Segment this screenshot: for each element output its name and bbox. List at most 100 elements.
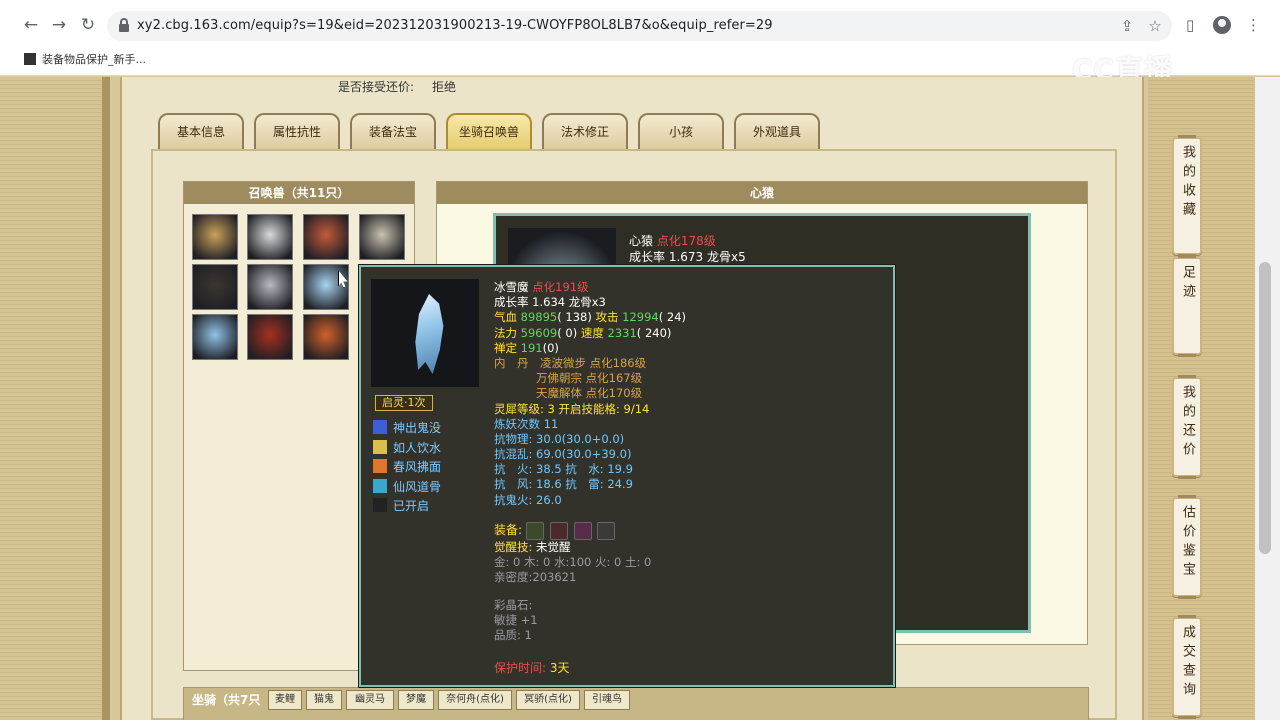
mount-tab[interactable]: 冥骄(点化) [516, 690, 580, 710]
share-icon[interactable]: ⇪ [1118, 17, 1136, 35]
skill-icon [373, 420, 387, 434]
pet-thumbnail[interactable] [192, 214, 238, 260]
skill-icon [373, 459, 387, 474]
mount-tab[interactable]: 猫鬼 [306, 690, 342, 710]
pet-tooltip: 启灵·1次 神出鬼没如人饮水 春风拂面仙风道骨 已开启 冰雪魔 点化191级 成长率… [359, 265, 895, 687]
sidebar-appraisal[interactable]: 估价鉴宝 [1172, 495, 1202, 599]
tab-basic-info[interactable]: 基本信息 [158, 113, 244, 149]
awaken-value: 未觉醒 [536, 540, 571, 554]
tab-equipment[interactable]: 装备法宝 [350, 113, 436, 149]
bookmark-label: 装备物品保护_新手... [42, 53, 146, 66]
pet-tooltip-portrait [371, 279, 479, 387]
tab-appearance[interactable]: 外观道具 [734, 113, 820, 149]
tab-child[interactable]: 小孩 [638, 113, 724, 149]
reload-icon[interactable]: ↻ [77, 14, 99, 36]
scrollbar-thumb[interactable] [1259, 262, 1271, 554]
pet-thumbnail[interactable] [303, 214, 349, 260]
pet-card-name: 心猿 [629, 234, 654, 248]
skill-item[interactable]: 仙风道骨 [373, 478, 441, 498]
skill-item[interactable]: 春风拂面 [373, 458, 441, 478]
elements-line: 金: 0 木: 0 水:100 火: 0 土: 0 [494, 555, 652, 570]
equip-slot[interactable] [597, 521, 616, 540]
protect-value: 3天 [549, 661, 570, 675]
tab-spell[interactable]: 法术修正 [542, 113, 628, 149]
star-icon[interactable]: ☆ [1146, 17, 1164, 35]
hp-label: 气血 [494, 310, 517, 325]
tooltip-extra: 觉醒技: 未觉醒 金: 0 木: 0 水:100 火: 0 土: 0 亲密度:2… [494, 540, 651, 586]
mount-tab[interactable]: 麦鲤 [268, 690, 302, 710]
res-ghostfire: 抗鬼火: 26.0 [494, 492, 562, 507]
tab-attributes[interactable]: 属性抗性 [254, 113, 340, 149]
sidebar-footprint[interactable]: 足迹 [1172, 255, 1202, 357]
agility-line: 敏捷 +1 [494, 613, 538, 628]
equip-row: 装备: [494, 521, 617, 540]
pet-thumbnail[interactable] [247, 314, 293, 360]
spirit-slots: 9/14 [623, 401, 650, 416]
pet-detail-header: 心猿 [437, 182, 1087, 204]
equip-slot[interactable] [525, 521, 544, 540]
url-text[interactable]: xy2.cbg.163.com/equip?s=19&eid=202312031… [137, 18, 773, 33]
equip-slot[interactable] [549, 521, 568, 540]
skill-item[interactable]: 已开启 [373, 497, 441, 517]
skill-icon [373, 478, 387, 493]
forward-icon[interactable]: → [48, 14, 70, 36]
sidebar-label: 足迹 [1180, 265, 1195, 303]
sidebar-my-favorites[interactable]: 我的收藏 [1172, 135, 1202, 257]
atk-label: 攻击 [595, 310, 619, 325]
skill-label: 神出鬼没 [393, 421, 442, 435]
address-bar[interactable]: xy2.cbg.163.com/equip?s=19&eid=202312031… [107, 11, 1172, 41]
spd-value: 2331 [607, 325, 637, 340]
neidan-item: 凌波微步 点化186级 [540, 355, 647, 370]
sidebar-deal-query[interactable]: 成交查询 [1172, 615, 1202, 719]
def-label: 禅定 [494, 340, 517, 355]
protect-line: 保护时间: 3天 [494, 659, 570, 676]
bookmark-favicon [24, 53, 36, 65]
mount-tab[interactable]: 奈何舟(点化) [438, 690, 512, 710]
res-physical: 抗物理: 30.0(30.0+0.0) [494, 431, 625, 446]
protect-label: 保护时间: [494, 661, 547, 675]
awaken-badge: 启灵·1次 [375, 395, 433, 411]
mount-label: 坐骑（共7只 [192, 693, 261, 707]
equip-slot[interactable] [573, 521, 592, 540]
mount-tab[interactable]: 梦魔 [398, 690, 434, 710]
bookmark-item[interactable]: 装备物品保护_新手... [24, 51, 146, 67]
sidebar-my-counteroffer[interactable]: 我的还价 [1172, 375, 1202, 479]
profile-avatar[interactable] [1213, 16, 1231, 34]
skill-item[interactable]: 如人饮水 [373, 439, 441, 459]
neidan-line: 内 丹 凌波微步 点化186级 [494, 356, 686, 371]
skill-label: 春风拂面 [393, 460, 442, 475]
mount-tab[interactable]: 引魂鸟 [584, 690, 630, 710]
skill-item[interactable]: 神出鬼没 [373, 419, 441, 439]
sidebar-label: 我的收藏 [1180, 145, 1195, 221]
spirit-label: 灵犀等级: [494, 401, 544, 416]
tooltip-title: 冰雪魔 点化191级 [494, 280, 686, 295]
atk-value: 12994 [622, 310, 659, 325]
mount-tab[interactable]: 幽灵马 [346, 690, 394, 710]
summon-list-header: 召唤兽（共11只） [184, 182, 414, 204]
back-icon[interactable]: ← [20, 14, 42, 36]
pet-thumbnail[interactable] [359, 214, 405, 260]
mount-bar: 坐骑（共7只 麦鲤 猫鬼 幽灵马 梦魔 奈何舟(点化) 冥骄(点化) 引魂鸟 [183, 687, 1089, 720]
neidan-item: 天魔解体 点化170级 [536, 386, 643, 401]
page-scrollbar[interactable] [1255, 77, 1280, 720]
ice-demon-figure [415, 294, 444, 374]
spirit-line: 灵犀等级: 3 开启技能格: 9/14 [494, 402, 686, 417]
tab-mount-summon[interactable]: 坐骑召唤兽 [446, 113, 532, 149]
res-chaos: 抗混乱: 69.0(30.0+39.0) [494, 447, 632, 462]
spirit-value: 3 开启技能格: [547, 401, 620, 416]
menu-icon[interactable]: ⋮ [1246, 16, 1261, 34]
pet-name: 冰雪魔 [494, 280, 529, 294]
pet-thumbnail[interactable] [247, 264, 293, 310]
pet-thumbnail[interactable] [303, 314, 349, 360]
sidepanel-icon[interactable]: ▯ [1186, 16, 1194, 34]
awaken-line: 觉醒技: 未觉醒 [494, 540, 651, 555]
skill-label: 已开启 [393, 499, 430, 514]
growth-line: 成长率 1.634 龙骨x3 [494, 295, 606, 310]
pet-thumbnail[interactable] [192, 314, 238, 360]
hp-atk-line: 气血 89895( 138) 攻击 12994( 24) [494, 310, 686, 325]
pet-thumbnail[interactable] [192, 264, 238, 310]
hp-extra: ( 138) [557, 310, 592, 325]
atk-extra: ( 24) [658, 310, 687, 325]
pet-thumbnail[interactable] [303, 264, 349, 310]
pet-thumbnail[interactable] [247, 214, 293, 260]
